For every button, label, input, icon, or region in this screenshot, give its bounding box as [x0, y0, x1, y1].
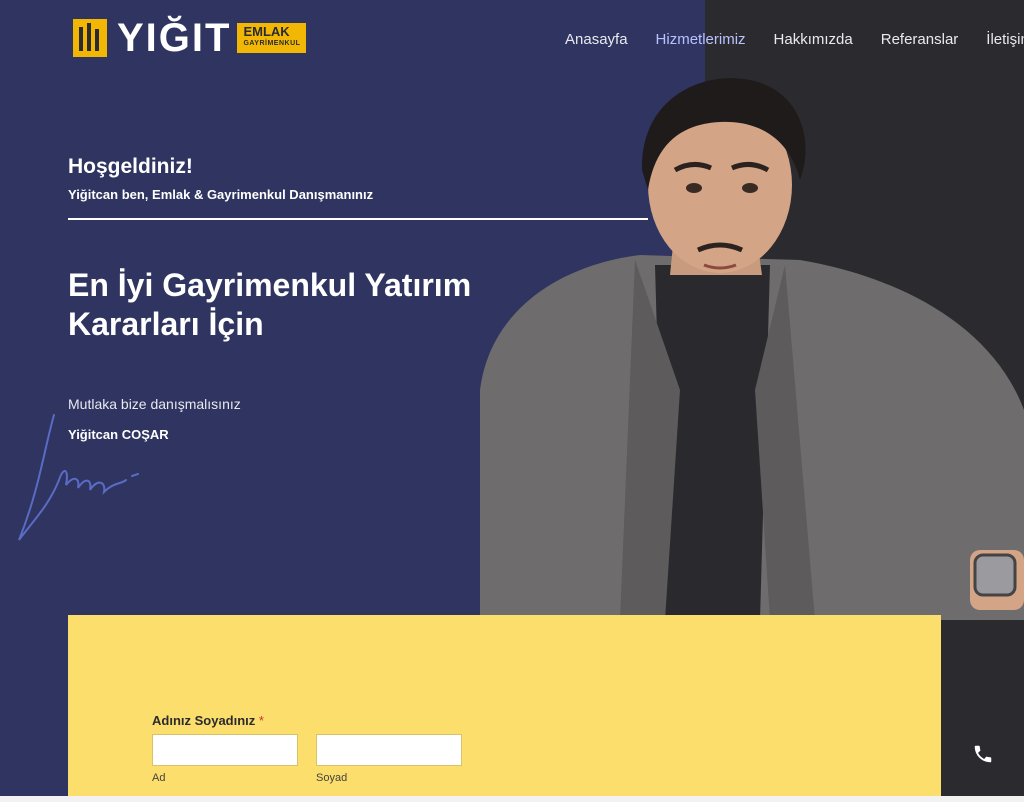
logo-badge-bottom: GAYRİMENKUL [243, 40, 301, 47]
first-name-sublabel: Ad [152, 772, 166, 784]
nav-item-home[interactable]: Anasayfa [565, 31, 628, 48]
hero-signer-name: Yiğitcan COŞAR [68, 427, 169, 442]
logo-badge-top: EMLAK [243, 24, 290, 39]
last-name-field[interactable] [316, 734, 462, 766]
nav-item-references[interactable]: Referanslar [881, 31, 959, 48]
name-label-text: Adınız Soyadınız [152, 713, 256, 728]
logo-wordmark: YIĞIT [117, 16, 232, 60]
phone-icon [974, 745, 991, 763]
main-nav: Anasayfa Hizmetlerimiz Hakkımızda Refera… [565, 31, 1024, 48]
hero-tagline: Mutlaka bize danışmalısınız [68, 396, 241, 412]
consultant-photo [480, 78, 1024, 620]
last-name-sublabel: Soyad [316, 772, 348, 784]
logo-mark-icon [73, 19, 107, 57]
nav-item-services[interactable]: Hizmetlerimiz [656, 31, 746, 48]
nav-item-about[interactable]: Hakkımızda [774, 31, 853, 48]
last-name-input[interactable] [317, 735, 461, 765]
nav-item-contact[interactable]: İletişim [986, 31, 1024, 48]
phone-call-button[interactable] [941, 706, 1024, 802]
footer-strip [0, 796, 1024, 802]
contact-form: Adınız Soyadınız * Ad Soyad [68, 615, 941, 802]
name-label: Adınız Soyadınız * [152, 713, 264, 728]
first-name-input[interactable] [153, 735, 297, 765]
hero-intro: Yiğitcan ben, Emlak & Gayrimenkul Danışm… [68, 187, 374, 202]
site-logo[interactable]: YIĞIT EMLAK GAYRİMENKUL [73, 16, 307, 60]
hero-welcome: Hoşgeldiniz! [68, 155, 193, 178]
required-marker: * [258, 713, 264, 728]
logo-badge: EMLAK GAYRİMENKUL [237, 23, 307, 53]
first-name-field[interactable] [152, 734, 298, 766]
